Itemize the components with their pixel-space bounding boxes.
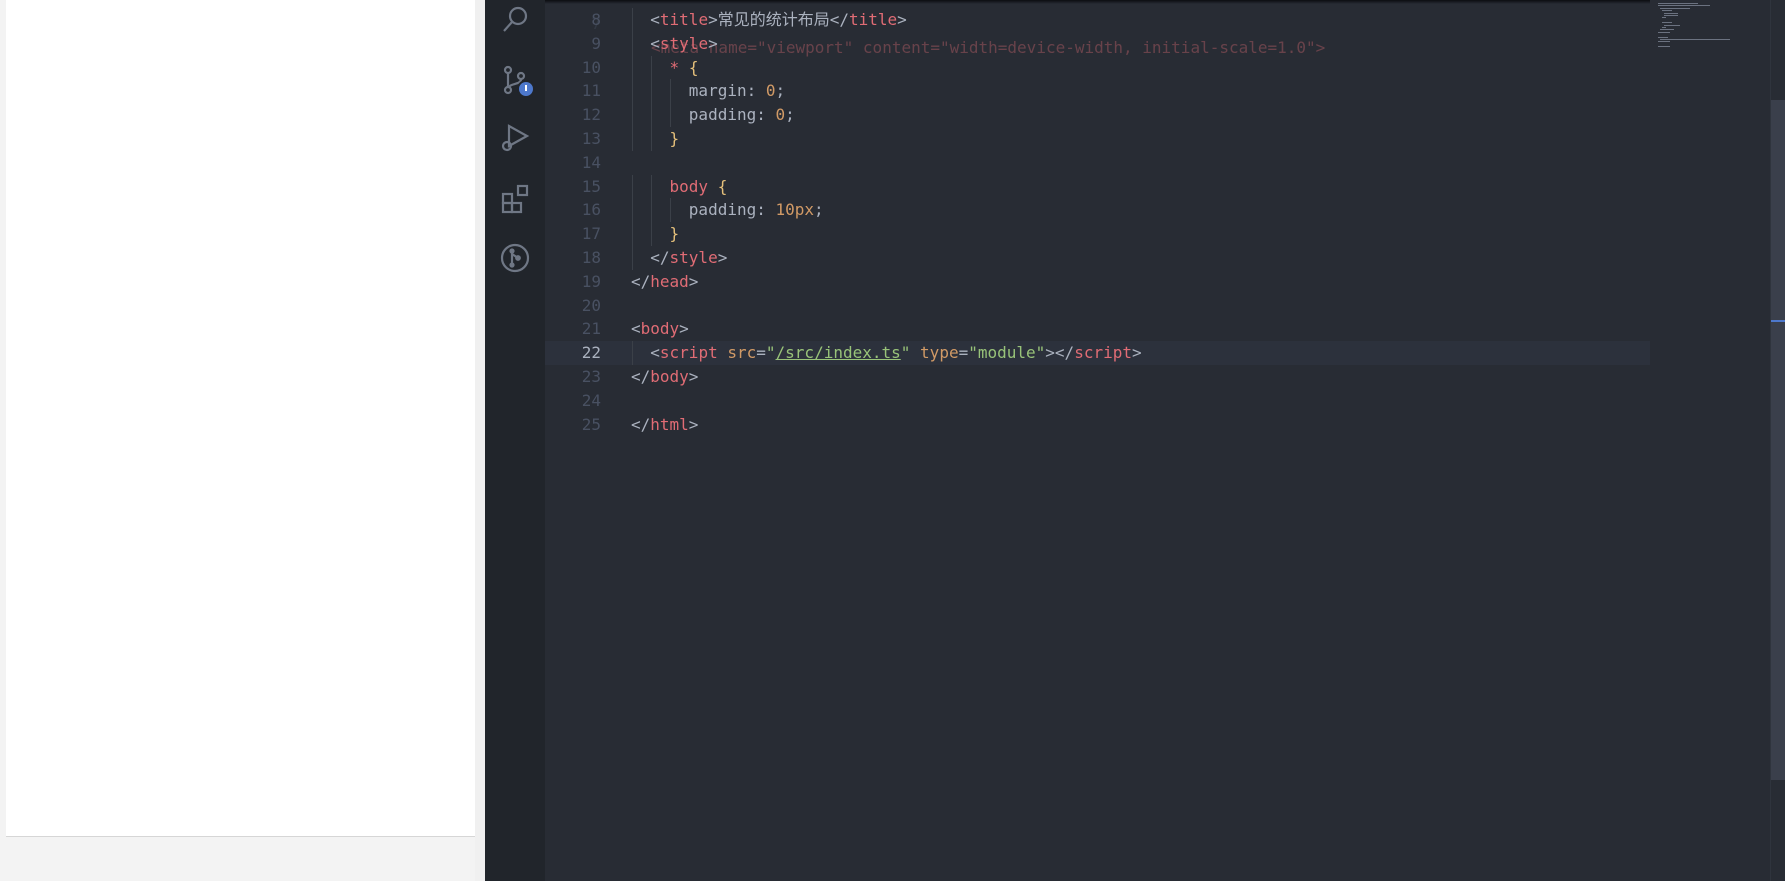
line-number: 15 (581, 176, 601, 196)
minimap-line (1660, 29, 1674, 31)
vertical-scrollbar[interactable] (1770, 0, 1785, 881)
code-text: } (669, 224, 680, 244)
code-text: </style> (650, 248, 728, 267)
code-line-9[interactable]: 9 <style> (545, 31, 1655, 56)
code-text: <style> (650, 33, 718, 53)
minimap-line (1662, 10, 1672, 12)
line-number: 19 (581, 271, 601, 291)
code-line-22[interactable]: 22 <script src="/src/index.ts" type="mod… (545, 341, 1655, 366)
minimap-line (1662, 17, 1666, 19)
code-text: body { (669, 176, 728, 196)
code-text: } (669, 129, 680, 148)
run-debug-icon[interactable] (497, 120, 533, 156)
minimap-line (1658, 5, 1710, 7)
code-text: margin: 0; (688, 81, 786, 101)
code-text: </body> (631, 367, 699, 386)
extensions-icon[interactable] (497, 180, 533, 216)
code-line-11[interactable]: 11 margin: 0; (545, 79, 1655, 104)
code-line-17[interactable]: 17 } (545, 222, 1655, 247)
browser-preview-pane (6, 0, 476, 837)
code-line-16[interactable]: 16 padding: 10px; (545, 198, 1655, 223)
line-number: 23 (581, 367, 601, 386)
minimap-line (1664, 24, 1680, 26)
code-area[interactable]: 7 <meta name="viewport" content="width=d… (545, 0, 1655, 881)
line-number: 17 (581, 224, 601, 244)
line-number: 25 (581, 414, 601, 434)
minimap-line (1660, 39, 1730, 40)
line-number: 10 (581, 57, 601, 77)
line-number: 11 (581, 81, 601, 101)
line-number: 20 (581, 295, 601, 315)
code-editor-window: 7 <meta name="viewport" content="width=d… (485, 0, 1785, 881)
code-line-15[interactable]: 15 body { (545, 174, 1655, 199)
code-text: padding: 10px; (688, 200, 824, 220)
pending-badge (517, 80, 535, 98)
minimap[interactable] (1650, 0, 1770, 881)
line-number: 13 (581, 129, 601, 148)
code-text: <title>常见的统计布局</title> (650, 10, 907, 29)
code-text: </head> (631, 271, 699, 291)
line-number: 18 (581, 248, 601, 267)
code-line-12[interactable]: 12 padding: 0; (545, 103, 1655, 128)
line-number: 21 (581, 319, 601, 339)
minimap-line (1664, 15, 1678, 16)
code-text: <script src="/src/index.ts" type="module… (650, 343, 1142, 363)
scroll-shadow (545, 0, 1655, 4)
code-line-25[interactable]: 25 </html> (545, 413, 1655, 437)
line-number: 24 (581, 390, 601, 410)
line-number: 8 (591, 10, 601, 29)
code-text: padding: 0; (688, 105, 795, 125)
code-line-10[interactable]: 10 * { (545, 55, 1655, 80)
line-number: 9 (591, 33, 601, 53)
code-line-23[interactable]: 23 </body> (545, 365, 1655, 389)
code-text: <body> (631, 319, 689, 339)
code-text: </html> (631, 414, 699, 434)
code-line-19[interactable]: 19 </head> (545, 270, 1655, 294)
minimap-line (1658, 41, 1670, 43)
code-text: * { (669, 57, 699, 77)
code-line-14[interactable]: 14 (545, 151, 1655, 175)
minimap-line (1658, 36, 1668, 38)
git-graph-icon[interactable] (497, 240, 533, 276)
source-control-icon[interactable] (497, 62, 535, 98)
code-line-8[interactable]: 8 <title>常见的统计布局</title> (545, 8, 1655, 32)
line-number: 14 (581, 152, 601, 172)
code-line-13[interactable]: 13 } (545, 127, 1655, 151)
minimap-line (1662, 22, 1672, 24)
minimap-line (1664, 12, 1678, 14)
line-number: 16 (581, 200, 601, 220)
scrollbar-thumb[interactable] (1771, 100, 1785, 780)
minimap-line (1662, 27, 1666, 28)
code-line-20[interactable]: 20 (545, 294, 1655, 318)
line-number: 12 (581, 105, 601, 125)
line-number: 22 (581, 343, 601, 363)
scrollbar-cursor-marker (1771, 320, 1785, 322)
search-icon[interactable] (497, 2, 533, 38)
activity-bar (485, 0, 545, 881)
code-line-18[interactable]: 18 </style> (545, 246, 1655, 270)
minimap-line (1658, 46, 1670, 48)
pane-divider[interactable] (475, 0, 485, 881)
minimap-line (1660, 7, 1690, 9)
minimap-line (1658, 3, 1698, 4)
code-line-24[interactable]: 24 (545, 389, 1655, 413)
minimap-line (1658, 31, 1670, 33)
code-line-21[interactable]: 21 <body> (545, 317, 1655, 341)
